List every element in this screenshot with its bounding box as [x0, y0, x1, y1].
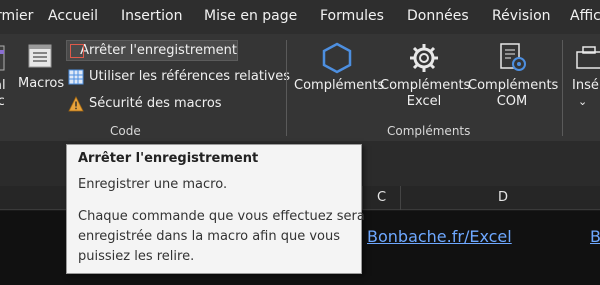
- macro-security-label: Sécurité des macros: [89, 96, 222, 111]
- visual-basic-label-1: al: [0, 78, 6, 93]
- excel-complements-label-1: Compléments: [380, 78, 471, 93]
- hyperlink-cell-partial[interactable]: B: [590, 227, 600, 246]
- ribbon-tabs: rmier Accueil Insertion Mise en page For…: [0, 0, 600, 34]
- column-header-c[interactable]: C: [362, 186, 400, 210]
- relative-references-button[interactable]: Utiliser les références relatives: [68, 66, 290, 87]
- com-complements-label-1: Compléments: [468, 78, 559, 93]
- tooltip-title: Arrêter l'enregistrement: [78, 151, 259, 166]
- tooltip-description-2: enregistrée dans la macro afin que vous: [78, 229, 341, 244]
- macros-button[interactable]: Macros: [18, 42, 64, 92]
- insert-controls-label: Insé: [572, 78, 599, 93]
- group-divider-2: [562, 40, 563, 136]
- gear-icon: [410, 44, 438, 72]
- complements-button[interactable]: Compléments: [294, 42, 385, 94]
- com-addins-icon: [500, 43, 526, 71]
- visual-basic-icon: [0, 45, 5, 71]
- macros-label: Macros: [18, 76, 65, 91]
- tab-fichier[interactable]: rmier: [0, 8, 33, 24]
- tab-insertion[interactable]: Insertion: [121, 8, 182, 24]
- warning-icon: [68, 95, 84, 112]
- toolbox-icon: [576, 46, 600, 69]
- code-group-label: Code: [110, 124, 141, 138]
- com-complements-button[interactable]: Compléments COM: [468, 42, 559, 110]
- tab-affichage[interactable]: Affic: [570, 8, 600, 24]
- macro-security-button[interactable]: Sécurité des macros: [68, 93, 222, 114]
- tab-donnees[interactable]: Données: [407, 8, 469, 24]
- relative-references-icon: [68, 69, 84, 85]
- visual-basic-button[interactable]: al ic: [0, 44, 16, 110]
- insert-controls-button[interactable]: Insé ⌄: [572, 42, 600, 110]
- complements-label: Compléments: [294, 78, 385, 93]
- chevron-down-icon: ⌄: [578, 95, 588, 108]
- relative-references-label: Utiliser les références relatives: [89, 69, 290, 84]
- column-header-d[interactable]: D: [400, 186, 600, 210]
- excel-complements-button[interactable]: Compléments Excel: [380, 42, 471, 110]
- group-divider: [286, 40, 287, 136]
- tab-revision[interactable]: Révision: [492, 8, 551, 24]
- tab-accueil[interactable]: Accueil: [48, 8, 98, 24]
- record-icon: [69, 43, 84, 59]
- tooltip-subtitle: Enregistrer une macro.: [78, 177, 228, 192]
- tooltip-description-3: puissiez les relire.: [78, 249, 195, 264]
- stop-recording-button[interactable]: Arrêter l'enregistrement: [66, 40, 238, 61]
- visual-basic-label-2: ic: [0, 94, 5, 109]
- stop-recording-label: Arrêter l'enregistrement: [80, 43, 237, 58]
- hyperlink-cell[interactable]: Bonbache.fr/Excel: [367, 227, 512, 246]
- com-complements-label-2: COM: [496, 94, 528, 109]
- tooltip-description-1: Chaque commande que vous effectuez sera: [78, 209, 365, 224]
- macros-icon: [28, 44, 52, 68]
- complements-group-label: Compléments: [387, 124, 471, 138]
- tab-formules[interactable]: Formules: [320, 8, 384, 24]
- tab-mise-en-page[interactable]: Mise en page: [204, 8, 297, 24]
- stop-recording-tooltip: Arrêter l'enregistrement Enregistrer une…: [66, 144, 365, 274]
- excel-complements-label-2: Excel: [406, 94, 442, 109]
- complements-hexagon-icon: [322, 42, 352, 74]
